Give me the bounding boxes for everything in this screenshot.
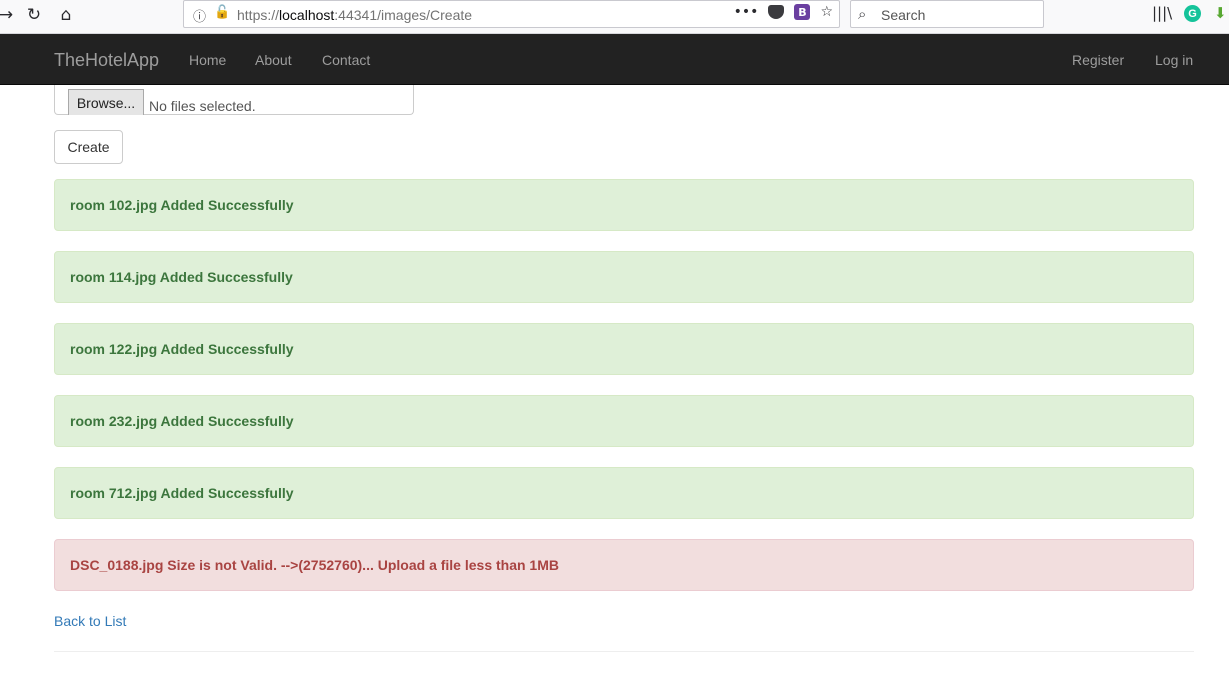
reload-icon[interactable]: ↻ bbox=[22, 3, 46, 27]
nav-login-link[interactable]: Log in bbox=[1155, 52, 1193, 68]
site-navbar: TheHotelApp Home About Contact Register … bbox=[0, 34, 1229, 85]
page-actions-icon[interactable]: ••• bbox=[734, 4, 759, 20]
browse-button[interactable]: Browse... bbox=[68, 89, 144, 115]
grammarly-extension[interactable]: G bbox=[1184, 5, 1201, 22]
success-alert: room 232.jpg Added Successfully bbox=[54, 395, 1194, 447]
divider bbox=[54, 651, 1194, 652]
url-text[interactable]: https://localhost:44341/images/Create bbox=[237, 7, 472, 23]
nav-register-link[interactable]: Register bbox=[1072, 52, 1124, 68]
search-icon: ⌕ bbox=[858, 5, 867, 23]
search-box[interactable]: ⌕ bbox=[850, 0, 1044, 28]
bookmark-star-icon[interactable]: ☆ bbox=[820, 4, 833, 20]
nav-about-link[interactable]: About bbox=[255, 52, 292, 68]
pocket-icon[interactable] bbox=[768, 5, 785, 19]
back-to-list-link[interactable]: Back to List bbox=[54, 613, 126, 629]
nav-contact-link[interactable]: Contact bbox=[322, 52, 370, 68]
nav-home-link[interactable]: Home bbox=[189, 52, 226, 68]
library-icon[interactable]: |||\ bbox=[1152, 4, 1172, 22]
success-alert: room 102.jpg Added Successfully bbox=[54, 179, 1194, 231]
success-alert: room 122.jpg Added Successfully bbox=[54, 323, 1194, 375]
info-icon[interactable]: ⓘ bbox=[193, 6, 206, 25]
success-alert: room 114.jpg Added Successfully bbox=[54, 251, 1194, 303]
brand-link[interactable]: TheHotelApp bbox=[54, 50, 159, 71]
home-icon[interactable]: ⌂ bbox=[54, 3, 78, 27]
file-input[interactable]: Browse... No files selected. bbox=[54, 85, 414, 115]
success-alert: room 712.jpg Added Successfully bbox=[54, 467, 1194, 519]
insecure-lock-icon[interactable]: 🔓 bbox=[214, 5, 230, 20]
browser-toolbar: → ↻ ⌂ ⓘ 🔓 https://localhost:44341/images… bbox=[0, 0, 1229, 34]
create-button[interactable]: Create bbox=[54, 130, 123, 164]
search-input[interactable] bbox=[881, 5, 1036, 24]
grammarly-icon[interactable]: G bbox=[1184, 5, 1201, 22]
error-alert: DSC_0188.jpg Size is not Valid. -->(2752… bbox=[54, 539, 1194, 591]
url-bar[interactable]: ⓘ 🔓 https://localhost:44341/images/Creat… bbox=[183, 0, 840, 28]
forward-icon[interactable]: → bbox=[0, 3, 18, 27]
bitwarden-icon[interactable]: B bbox=[794, 4, 811, 20]
file-status-text: No files selected. bbox=[149, 98, 256, 114]
download-icon[interactable]: ⬇ bbox=[1214, 4, 1227, 22]
